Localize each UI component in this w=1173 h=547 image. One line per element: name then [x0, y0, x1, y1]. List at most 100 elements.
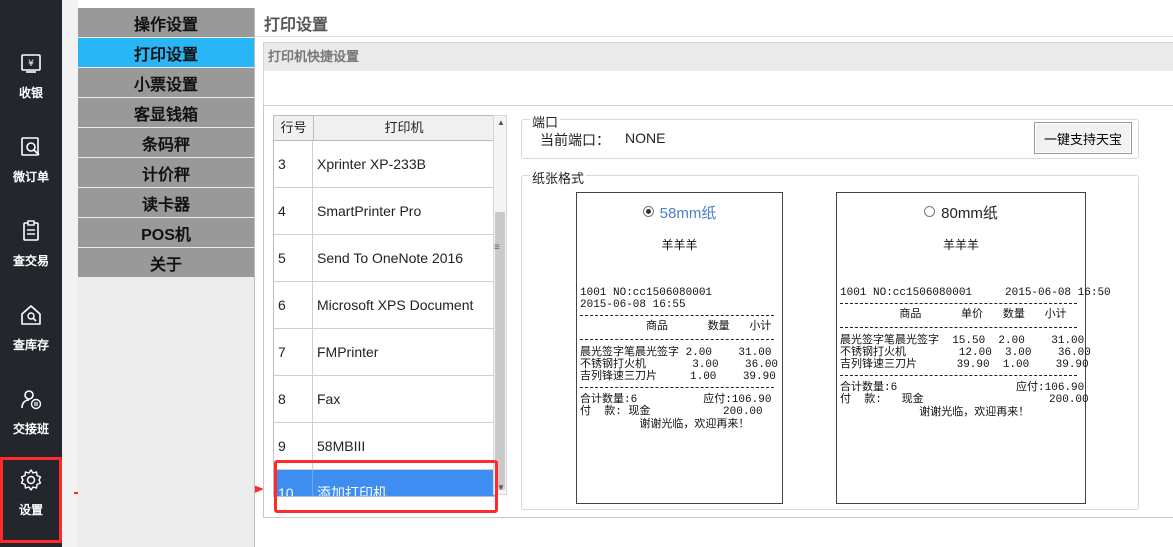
settings-category-menu: 操作设置 打印设置 小票设置 客显钱箱 条码秤 计价秤 读卡器 POS机 关于 — [78, 8, 255, 547]
nav-item-micro-order[interactable]: 微订单 — [0, 124, 62, 208]
receipt-shop-name: 羊羊羊 — [661, 238, 698, 252]
row-printer: 58MBIII — [317, 438, 366, 454]
row-no: 8 — [274, 376, 313, 422]
paper-group-title: 纸张格式 — [530, 168, 587, 187]
table-row-add-printer[interactable]: 10 添加打印机 — [274, 470, 494, 497]
receipt-thanks: 谢谢光临，欢迎再来！ — [580, 419, 750, 431]
nav-label: 微订单 — [12, 170, 49, 184]
row-no: 10 — [274, 470, 313, 496]
receipt-divider — [840, 303, 1077, 304]
category-print[interactable]: 打印设置 — [78, 38, 254, 67]
table-header: 行号 打印机 — [274, 116, 494, 141]
gear-icon — [18, 467, 44, 493]
page-title: 打印设置 — [264, 17, 329, 34]
receipt-divider — [580, 339, 774, 340]
paper-format-group: 纸张格式 58mm纸 羊羊羊 1001 NO:cc1506080001 2015… — [521, 168, 1139, 510]
port-value: NONE — [625, 130, 666, 146]
paper-option-80mm[interactable]: 80mm纸 — [837, 206, 1085, 221]
nav-divider — [62, 0, 78, 547]
receipt-header: 商品 单价 数量 小计 — [840, 309, 1067, 321]
quick-settings-header: 打印机快捷设置 — [264, 43, 1173, 71]
table-row[interactable]: 3 Xprinter XP-233B — [274, 141, 494, 188]
tianbao-support-button[interactable]: 一键支持天宝 — [1034, 122, 1132, 154]
svg-text:¥: ¥ — [28, 59, 34, 69]
receipt-total: 合计数量:6 应付:106.90 — [580, 394, 772, 406]
table-row[interactable]: 4 SmartPrinter Pro — [274, 188, 494, 235]
category-operation[interactable]: 操作设置 — [78, 8, 254, 37]
row-no: 3 — [274, 141, 313, 187]
nav-label: 交接班 — [12, 422, 49, 436]
category-pos[interactable]: POS机 — [78, 218, 254, 247]
row-no: 5 — [274, 235, 313, 281]
row-printer: 添加打印机 — [317, 485, 387, 497]
row-no: 6 — [274, 282, 313, 328]
printer-table: 行号 打印机 3 Xprinter XP-233B 4 SmartPrinter P… — [273, 115, 495, 497]
receipt-line: 1001 NO:cc1506080001 2015-06-08 16:50 — [840, 287, 1111, 299]
category-receipt[interactable]: 小票设置 — [78, 68, 254, 97]
row-printer: FMPrinter — [317, 344, 379, 360]
receipt-divider — [580, 315, 774, 316]
port-group: 端口 当前端口： NONE 一键支持天宝 — [521, 112, 1139, 159]
table-row[interactable]: 6 Microsoft XPS Document — [274, 282, 494, 329]
receipt-item: 吉列锋速三刀片 39.90 1.00 39.90 — [840, 359, 1089, 371]
scroll-down-icon[interactable]: ▼ — [497, 483, 505, 492]
column-header-printer: 打印机 — [384, 120, 424, 135]
table-row[interactable]: 9 58MBIII — [274, 423, 494, 470]
radio-unselected-icon[interactable] — [924, 206, 936, 217]
category-barcode-scale[interactable]: 条码秤 — [78, 128, 254, 157]
table-row[interactable]: 5 Send To OneNote 2016 — [274, 235, 494, 282]
column-header-no: 行号 — [274, 116, 314, 140]
row-printer: Xprinter XP-233B — [317, 156, 426, 172]
receipt-payment: 付 款: 现金 200.00 — [840, 394, 1089, 406]
nav-label: 设置 — [18, 503, 43, 517]
clipboard-icon — [18, 218, 44, 244]
receipt-divider — [580, 387, 774, 388]
receipt-line: 1001 NO:cc1506080001 — [580, 287, 713, 299]
grip-icon: ≡ — [494, 242, 500, 253]
table-row[interactable]: 8 Fax — [274, 376, 494, 423]
user-shift-icon — [18, 386, 44, 412]
receipt-line: 2015-06-08 16:55 — [580, 299, 686, 311]
title-divider — [255, 36, 1173, 37]
row-printer: Fax — [317, 391, 341, 407]
nav-label: 查交易 — [12, 254, 49, 268]
receipt-preview-58mm[interactable]: 58mm纸 羊羊羊 1001 NO:cc1506080001 2015-06-0… — [576, 192, 783, 504]
receipt-preview-80mm[interactable]: 80mm纸 羊羊羊 1001 NO:cc1506080001 2015-06-0… — [836, 192, 1111, 504]
category-card-reader[interactable]: 读卡器 — [78, 188, 254, 217]
scroll-thumb[interactable] — [495, 212, 505, 490]
nav-item-cashier[interactable]: ¥ 收银 — [0, 40, 62, 124]
printer-table-scrollbar[interactable]: ▲ ≡ ▼ — [493, 115, 507, 495]
row-printer: Send To OneNote 2016 — [317, 250, 464, 266]
nav-item-transactions[interactable]: 查交易 — [0, 208, 62, 292]
port-label: 当前端口： — [540, 132, 610, 148]
printer-settings-panel: 行号 打印机 3 Xprinter XP-233B 4 SmartPrinter P… — [263, 105, 1173, 518]
house-search-icon — [18, 302, 44, 328]
quick-settings-box: 打印机快捷设置 — [263, 42, 1173, 106]
row-no: 9 — [274, 423, 313, 469]
paper-option-label: 58mm纸 — [659, 205, 717, 222]
receipt-item: 晨光签字笔晨光签字 2.00 31.00 — [580, 347, 772, 359]
nav-label: 查库存 — [12, 338, 49, 352]
scroll-up-icon[interactable]: ▲ — [497, 118, 505, 127]
row-no: 4 — [274, 188, 313, 234]
radio-selected-icon[interactable] — [642, 206, 654, 217]
category-pricing-scale[interactable]: 计价秤 — [78, 158, 254, 187]
receipt-item: 晨光签字笔晨光签字 15.50 2.00 31.00 — [840, 335, 1085, 347]
port-group-title: 端口 — [530, 112, 561, 131]
nav-item-settings[interactable]: 设置 — [0, 457, 62, 543]
nav-item-shift[interactable]: 交接班 — [0, 376, 62, 460]
category-customer-display[interactable]: 客显钱箱 — [78, 98, 254, 127]
main-nav: ¥ 收银 微订单 查交易 查库存 交接班 设置 — [0, 0, 62, 547]
paper-option-58mm[interactable]: 58mm纸 — [577, 205, 782, 222]
category-about[interactable]: 关于 — [78, 248, 254, 277]
nav-label: 收银 — [18, 86, 43, 100]
main-content: 打印设置 打印机快捷设置 行号 打印机 3 Xprinter XP-233B 4S… — [255, 0, 1173, 547]
receipt-shop-name: 羊羊羊 — [942, 238, 979, 252]
nav-item-inventory[interactable]: 查库存 — [0, 292, 62, 376]
receipt-total: 合计数量:6 应付:106.90 — [840, 382, 1085, 394]
receipt-item: 不锈钢打火机 12.00 3.00 36.00 — [840, 347, 1091, 359]
receipt-divider — [840, 327, 1077, 328]
row-printer: SmartPrinter Pro — [317, 203, 422, 219]
order-search-icon — [18, 134, 44, 160]
table-row[interactable]: 7 FMPrinter — [274, 329, 494, 376]
